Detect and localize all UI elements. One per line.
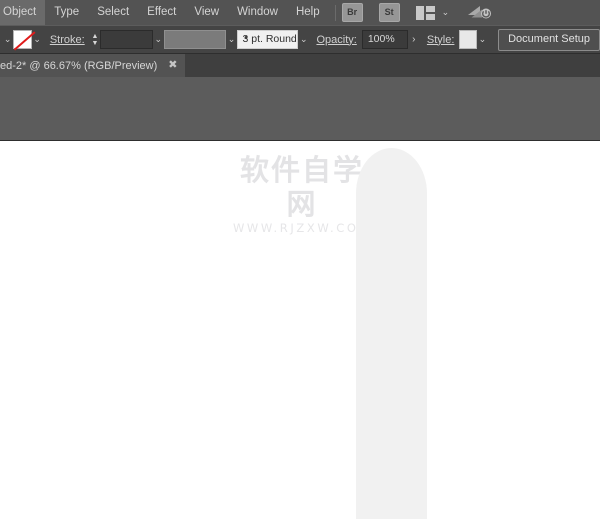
- watermark-chinese-text: 软件自学网: [228, 153, 376, 221]
- bridge-icon[interactable]: Br: [342, 3, 363, 22]
- document-tab-title: ed-2* @ 66.67% (RGB/Preview): [0, 60, 157, 72]
- document-tab-bar: ed-2* @ 66.67% (RGB/Preview) ✖: [0, 54, 600, 78]
- overflow-chevron-icon[interactable]: ⌄: [2, 34, 13, 45]
- stroke-weight-input[interactable]: [100, 30, 152, 49]
- stepper-down-icon[interactable]: ▼: [91, 40, 98, 47]
- menu-view[interactable]: View: [185, 0, 228, 25]
- illustrator-window: Object Type Select Effect View Window He…: [0, 0, 600, 519]
- watermark: 软件自学网 WWW.RJZXW.COM: [228, 153, 376, 235]
- menu-help[interactable]: Help: [287, 0, 329, 25]
- stroke-color-swatch[interactable]: [13, 30, 31, 49]
- graphic-style-swatch[interactable]: [459, 30, 476, 49]
- stock-icon[interactable]: St: [379, 3, 400, 22]
- artboard-canvas[interactable]: 软件自学网 WWW.RJZXW.COM: [0, 141, 600, 519]
- watermark-url-text: WWW.RJZXW.COM: [228, 221, 376, 235]
- style-chevron-icon[interactable]: ⌄: [477, 34, 488, 45]
- brush-definition-dropdown[interactable]: 3 pt. Round: [237, 30, 298, 49]
- document-setup-button[interactable]: Document Setup: [498, 29, 600, 51]
- width-profile-chevron-icon[interactable]: ⌄: [226, 34, 237, 45]
- cloud-sync-power-icon[interactable]: [467, 4, 493, 22]
- control-options-bar: ⌄ ⌄ Stroke: ▲ ▼ ⌄ ⌄ 3 pt. Round ⌄ Opacit…: [0, 25, 600, 54]
- opacity-flyout-icon[interactable]: ›: [408, 34, 420, 45]
- workspace-panel-strip: [0, 77, 600, 141]
- menu-select[interactable]: Select: [88, 0, 138, 25]
- opacity-label[interactable]: Opacity:: [316, 34, 356, 46]
- style-label[interactable]: Style:: [427, 34, 455, 46]
- stroke-color-chevron-icon[interactable]: ⌄: [32, 34, 43, 45]
- opacity-input[interactable]: 100%: [362, 30, 408, 49]
- menu-object[interactable]: Object: [0, 0, 45, 25]
- menu-bar: Object Type Select Effect View Window He…: [0, 0, 600, 25]
- rounded-rectangle-artwork[interactable]: [356, 148, 427, 519]
- stepper-up-icon[interactable]: ▲: [91, 33, 98, 40]
- stroke-weight-stepper[interactable]: ▲ ▼: [90, 30, 101, 50]
- brush-definition-chevron-icon[interactable]: ⌄: [298, 34, 309, 45]
- stroke-weight-chevron-icon[interactable]: ⌄: [153, 34, 164, 45]
- menubar-divider: [335, 5, 336, 21]
- menu-effect[interactable]: Effect: [138, 0, 185, 25]
- width-profile-dropdown[interactable]: [164, 30, 226, 49]
- menu-window[interactable]: Window: [228, 0, 287, 25]
- menu-type[interactable]: Type: [45, 0, 88, 25]
- arrange-documents-icon[interactable]: [416, 6, 435, 20]
- chevron-down-icon[interactable]: ⌄: [442, 7, 450, 18]
- document-tab[interactable]: ed-2* @ 66.67% (RGB/Preview) ✖: [0, 54, 185, 77]
- stroke-label[interactable]: Stroke:: [50, 34, 85, 46]
- close-icon[interactable]: ✖: [168, 60, 177, 71]
